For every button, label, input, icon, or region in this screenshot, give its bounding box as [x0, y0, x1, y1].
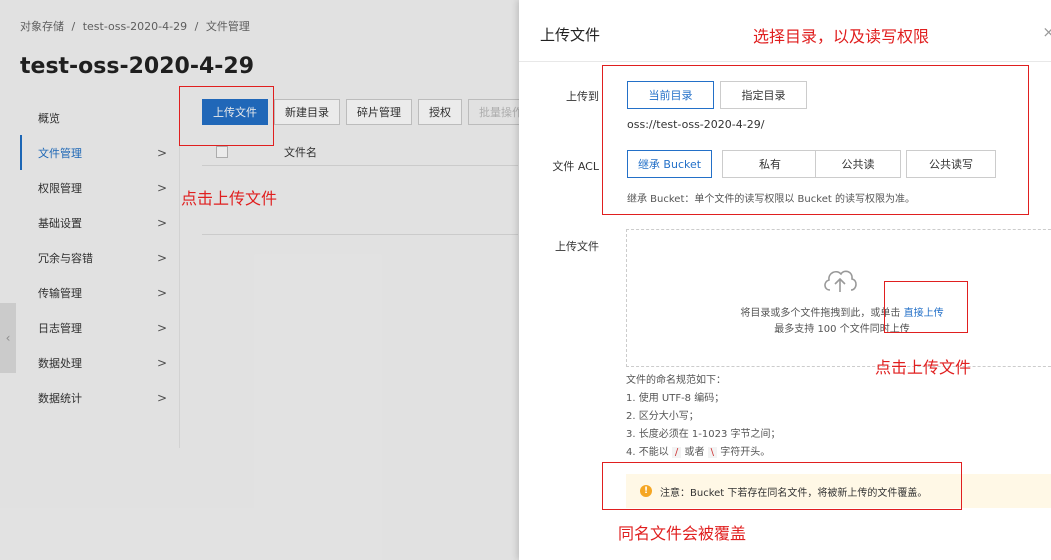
acl-label: 文件 ACL	[552, 160, 599, 173]
rule-item: 2. 区分大小写；	[626, 411, 699, 422]
rules-title: 文件的命名规范如下：	[626, 375, 726, 386]
rule-item: 3. 长度必须在 1-1023 字节之间；	[626, 429, 781, 440]
annotation-box-settings	[602, 65, 1029, 215]
drop-instructions: 将目录或多个文件拖拽到此，或单击 直接上传	[740, 308, 944, 319]
drawer-title: 上传文件	[540, 26, 601, 44]
annotation-click-upload: 点击上传文件	[181, 189, 278, 208]
annotation-box-upload	[179, 86, 274, 146]
annotation-click-upload-2: 点击上传文件	[875, 358, 972, 377]
modal-overlay[interactable]	[0, 0, 519, 560]
naming-rules: 文件的命名规范如下： 1. 使用 UTF-8 编码； 2. 区分大小写； 3. …	[626, 372, 781, 462]
upload-file-label: 上传文件	[555, 240, 599, 253]
close-icon[interactable]: ×	[1042, 23, 1051, 41]
file-dropzone[interactable]	[626, 229, 1051, 367]
annotation-same-name: 同名文件会被覆盖	[618, 524, 747, 543]
annotation-select-dir: 选择目录，以及读写权限	[753, 27, 930, 46]
annotation-box-direct-upload	[884, 281, 968, 333]
cloud-upload-icon	[824, 270, 857, 292]
rule-item: 4. 不能以 / 或者 \ 字符开头。	[626, 447, 771, 458]
rule-item: 1. 使用 UTF-8 编码；	[626, 393, 725, 404]
upload-to-label: 上传到	[566, 90, 599, 103]
annotation-box-notice	[602, 462, 962, 510]
drop-limit: 最多支持 100 个文件同时上传	[774, 324, 910, 335]
